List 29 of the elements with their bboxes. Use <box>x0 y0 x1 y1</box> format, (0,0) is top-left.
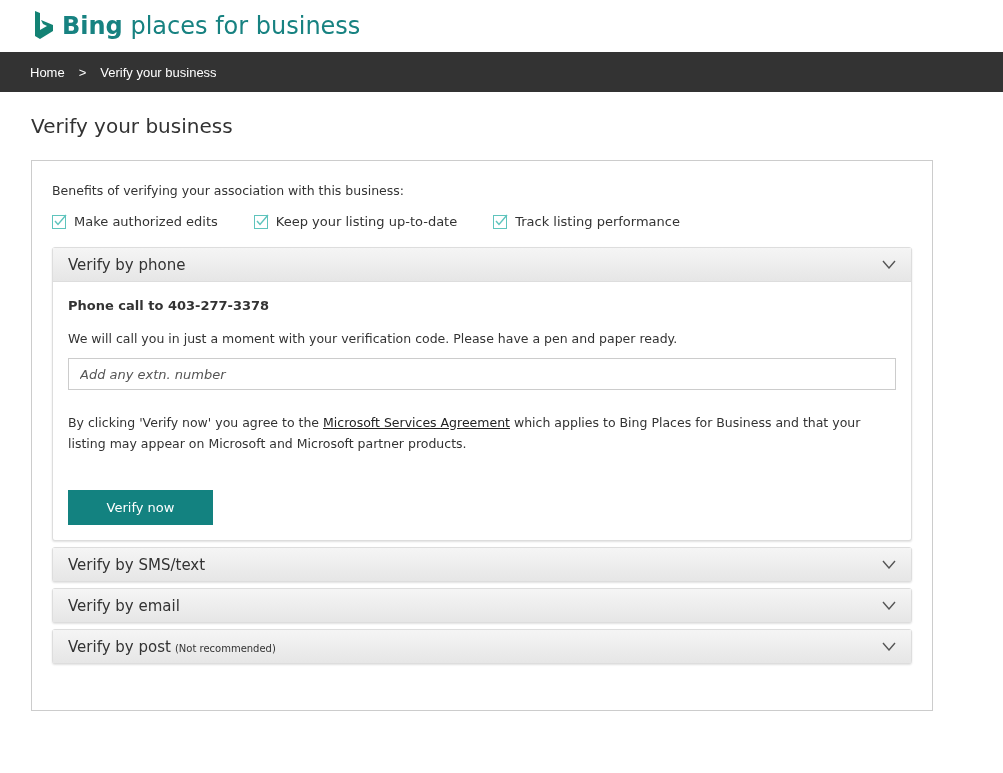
breadcrumb-current: Verify your business <box>100 64 217 80</box>
section-title: Verify by SMS/text <box>68 555 206 574</box>
accordion-header[interactable]: Verify by email <box>53 589 911 622</box>
chevron-down-icon <box>882 560 896 569</box>
chevron-down-icon <box>882 601 896 610</box>
benefit-label: Track listing performance <box>515 214 680 229</box>
benefit-label: Keep your listing up-to-date <box>275 214 458 229</box>
accordion-header[interactable]: Verify by phone <box>53 248 911 281</box>
breadcrumb-separator: > <box>78 64 87 80</box>
section-title: Verify by email <box>68 596 180 615</box>
phone-line: Phone call to 403-277-3378 <box>68 298 271 313</box>
agreement-link[interactable]: Microsoft Services Agreement <box>323 415 510 430</box>
benefits-heading: Benefits of verifying your association with this business: <box>52 183 406 198</box>
section-title: Verify by phone <box>68 255 186 274</box>
extension-field[interactable]: Add any extn. number <box>68 358 896 390</box>
section-title: Verify by post <box>68 637 171 656</box>
section-note: (Not recommended) <box>174 642 276 654</box>
agreement-text: By clicking 'Verify now' you agree to the Microsoft Services Agreement which applies to Bing Places for Business and that your listing may appear on Microsoft and Microsoft partner products. <box>68 414 862 453</box>
logo-icon <box>34 11 54 41</box>
info-text: We will call you in just a moment with your verification code. Please have a pen and paper ready. <box>68 331 679 346</box>
accordion-header[interactable]: Verify by post (Not recommended) <box>53 630 911 663</box>
page-title: Verify your business <box>31 114 234 138</box>
benefit-label: Make authorized edits <box>74 214 218 229</box>
chevron-down-icon <box>882 642 896 651</box>
chevron-down-icon <box>882 260 896 269</box>
accordion-header[interactable]: Verify by SMS/text <box>53 548 911 581</box>
logo-text: Bing places for business <box>62 12 361 40</box>
breadcrumb-link[interactable]: Home <box>30 64 65 80</box>
verify-now-button[interactable]: Verify now <box>68 490 213 525</box>
